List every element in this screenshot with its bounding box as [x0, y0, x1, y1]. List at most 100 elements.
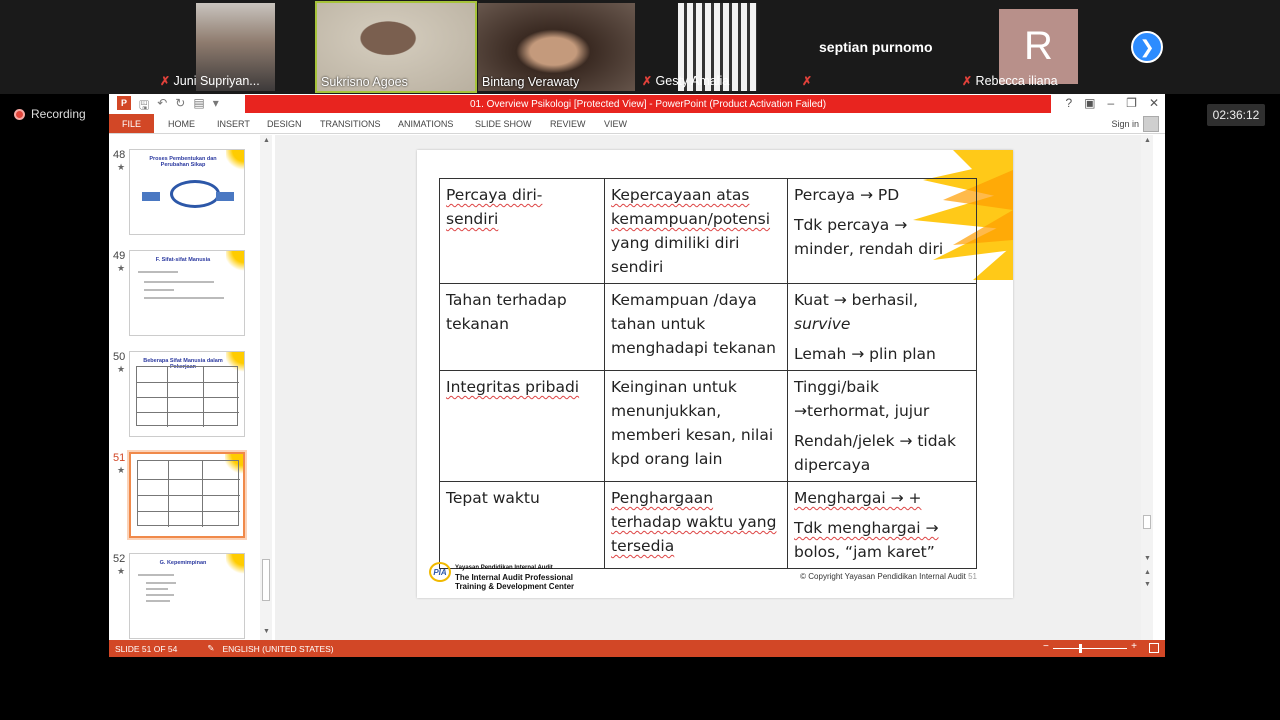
mic-muted-icon: ✗ — [160, 74, 171, 88]
copyright-footer: © Copyright Yayasan Pendidikan Internal … — [800, 572, 977, 581]
sun-decoration — [226, 554, 244, 576]
text-line — [144, 289, 174, 291]
language-indicator[interactable]: ✎ ENGLISH (UNITED STATES) — [207, 643, 333, 654]
slide-thumbnail[interactable] — [127, 450, 247, 540]
slide-thumbnail[interactable]: F. Sifat-sifat Manusia — [129, 250, 245, 336]
animation-star-icon: ★ — [117, 162, 126, 172]
powerpoint-window: P 🖫 ↶ ↻ ▤ ▾ 01. Overview Psikologi [Prot… — [109, 94, 1165, 657]
tab-insert[interactable]: INSERT — [217, 114, 250, 133]
content-table: Percaya diri- sendiri Kepercayaan atas k… — [439, 178, 977, 569]
slide-editing-area: Percaya diri- sendiri Kepercayaan atas k… — [275, 135, 1153, 640]
next-page-button[interactable]: ❯ — [1131, 31, 1163, 63]
participant-tile[interactable]: Bintang Verawaty — [478, 3, 635, 91]
cell-line: kpd orang lain — [611, 450, 723, 468]
mic-muted-icon: ✗ — [802, 74, 813, 88]
fit-to-window-icon[interactable] — [1149, 643, 1159, 653]
ribbon-display-options-button[interactable]: ▣ — [1084, 96, 1095, 110]
tab-transitions[interactable]: TRANSITIONS — [320, 114, 381, 133]
cell-line: Tinggi/baik — [794, 378, 879, 396]
tab-view[interactable]: VIEW — [604, 114, 627, 133]
sign-in[interactable]: Sign in — [1111, 116, 1159, 132]
table-cell: Tahan terhadap tekanan — [439, 283, 605, 371]
participant-name: Rebecca iliana — [975, 74, 1058, 88]
table-cell: Percaya diri- sendiri — [439, 178, 605, 284]
tab-review[interactable]: REVIEW — [550, 114, 586, 133]
scroll-down-icon[interactable]: ▼ — [263, 628, 270, 635]
slide-counter: SLIDE 51 OF 54 — [115, 643, 178, 654]
organization-logo: PIA Yayasan Pendidikan Internal Audit Th… — [429, 562, 574, 591]
scrollbar-thumb[interactable] — [262, 559, 270, 601]
table-row: Integritas pribadi Keinginan untuk menun… — [439, 370, 977, 482]
language-label: ENGLISH (UNITED STATES) — [222, 643, 334, 654]
scroll-down-icon[interactable]: ▼ — [1144, 555, 1151, 562]
diagram-box — [216, 192, 234, 201]
cell-line: sendiri — [446, 210, 499, 228]
participant-name-card[interactable]: septian purnomo — [819, 39, 933, 55]
tab-animations[interactable]: ANIMATIONS — [398, 114, 453, 133]
zoom-handle[interactable] — [1079, 644, 1082, 653]
cell-line: tekanan — [446, 315, 509, 333]
slide-number: 50 — [113, 351, 126, 363]
cell-line: minder, rendah diri — [794, 240, 944, 258]
text-line — [146, 588, 168, 590]
slide-canvas[interactable]: Percaya diri- sendiri Kepercayaan atas k… — [417, 150, 1013, 598]
status-bar: SLIDE 51 OF 54 ✎ ENGLISH (UNITED STATES)… — [109, 640, 1165, 657]
cell-line: dipercaya — [794, 456, 871, 474]
tab-file[interactable]: FILE — [109, 114, 155, 133]
previous-slide-icon[interactable]: ▲ — [1144, 569, 1151, 576]
table-cell: Integritas pribadi — [439, 370, 605, 482]
recording-label: Recording — [31, 107, 86, 121]
zoom-out-icon[interactable]: − — [1043, 641, 1049, 652]
pia-logo-icon: PIA — [429, 562, 451, 582]
scroll-up-icon[interactable]: ▲ — [1144, 137, 1151, 144]
close-button[interactable]: ✕ — [1149, 96, 1159, 110]
restore-button[interactable]: ❐ — [1126, 96, 1137, 110]
help-button[interactable]: ? — [1065, 96, 1072, 110]
animation-star-icon: ★ — [117, 566, 126, 576]
spell-check-icon[interactable]: ✎ — [207, 643, 214, 654]
thumbnail-scrollbar[interactable]: ▲ ▼ — [260, 135, 272, 640]
participant-name-label: ✗ Juni Supriyan... — [160, 74, 260, 88]
table-cell: Keinginan untuk menunjukkan, memberi kes… — [604, 370, 788, 482]
zoom-track[interactable] — [1053, 648, 1127, 649]
slide-thumbnail-pane: 48 ★ Proses Pembentukan dan Perubahan Si… — [109, 135, 275, 640]
scrollbar-thumb[interactable] — [1143, 515, 1151, 529]
thumbnail-title: Proses Pembentukan dan Perubahan Sikap — [149, 156, 217, 168]
scroll-up-icon[interactable]: ▲ — [263, 137, 270, 144]
slide-thumbnail[interactable]: Proses Pembentukan dan Perubahan Sikap — [129, 149, 245, 235]
logo-line: The Internal Audit Professional — [455, 573, 573, 582]
cell-line: terhadap waktu yang — [611, 513, 777, 531]
recording-indicator[interactable]: Recording — [14, 107, 86, 121]
participant-name: Sukrisno Agoes — [321, 75, 408, 89]
tab-slide-show[interactable]: SLIDE SHOW — [475, 114, 532, 133]
zoom-slider[interactable]: − + — [1043, 641, 1137, 653]
slide-number: 51 — [113, 452, 126, 464]
slide-scrollbar[interactable]: ▲ ▼ ▲ ▼ — [1141, 135, 1153, 640]
cell-line: Lemah → plin plan — [794, 345, 936, 363]
table-cell: Kuat → berhasil, survive Lemah → plin pl… — [787, 283, 977, 371]
participant-name-label: Sukrisno Agoes — [321, 75, 408, 89]
diagram-box — [142, 192, 160, 201]
table-cell: Percaya → PD Tdk percaya → minder, renda… — [787, 178, 977, 284]
next-slide-icon[interactable]: ▼ — [1144, 581, 1151, 588]
user-icon — [1143, 116, 1159, 132]
text-line — [146, 594, 174, 596]
ribbon-tabs: FILE HOME INSERT DESIGN TRANSITIONS ANIM… — [109, 114, 1165, 134]
cell-line: Integritas pribadi — [446, 378, 580, 396]
text-line — [144, 297, 224, 299]
cell-line: Tahan terhadap — [446, 291, 567, 309]
sign-in-label: Sign in — [1111, 119, 1139, 129]
cell-line: menunjukkan, — [611, 402, 722, 420]
participant-tile-active-speaker[interactable]: Sukrisno Agoes — [315, 1, 477, 93]
minimize-button[interactable]: – — [1107, 96, 1114, 110]
tab-home[interactable]: HOME — [168, 114, 195, 133]
participant-name-label: ✗ Rebecca iliana — [962, 74, 1058, 88]
cell-line: yang dimiliki diri — [611, 234, 740, 252]
zoom-in-icon[interactable]: + — [1131, 641, 1137, 652]
slide-thumbnail[interactable]: G. Kepemimpinan — [129, 553, 245, 639]
slide-page-number: 51 — [968, 572, 977, 581]
slide-thumbnail[interactable]: Beberapa Sifat Manusia dalam Pekerjaan — [129, 351, 245, 437]
participant-avatar[interactable]: R — [999, 9, 1078, 84]
cell-line: Menghargai → + — [794, 489, 922, 507]
tab-design[interactable]: DESIGN — [267, 114, 302, 133]
